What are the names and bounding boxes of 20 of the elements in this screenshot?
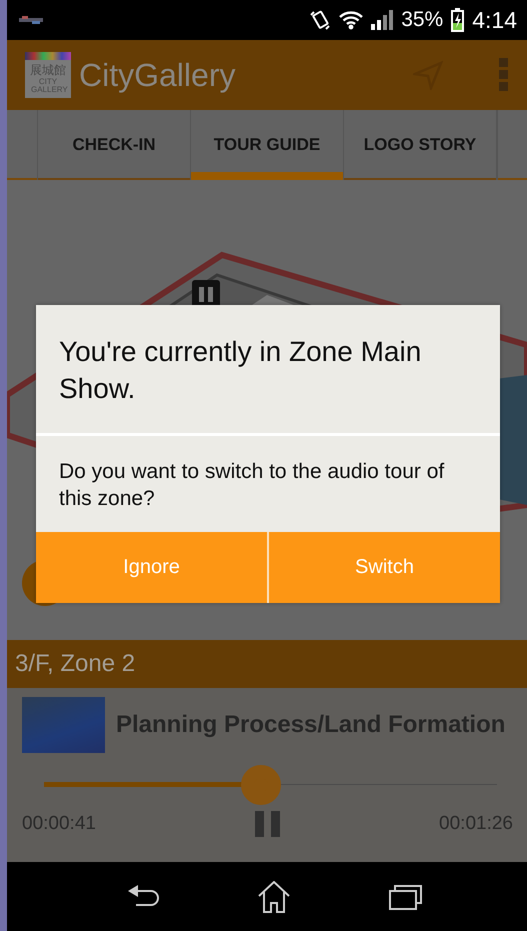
recent-apps-icon[interactable] xyxy=(389,884,424,910)
battery-percent: 35% xyxy=(401,8,444,32)
track-title: Planning Process/Land Formation xyxy=(116,711,506,739)
dialog-title: You're currently in Zone Main Show. xyxy=(58,335,422,406)
home-icon[interactable] xyxy=(257,880,292,912)
back-icon[interactable] xyxy=(126,884,160,908)
zone-header: 3/F, Zone 2 xyxy=(7,640,527,688)
battery-icon xyxy=(451,8,464,32)
pause-icon[interactable] xyxy=(254,811,280,837)
vibrate-icon xyxy=(309,9,332,31)
progress-slider[interactable] xyxy=(44,765,497,805)
clock-time: 4:14 xyxy=(472,6,517,34)
logo-stripe xyxy=(25,52,71,60)
dialog-message: Do you want to switch to the audio tour of this zone? xyxy=(58,459,446,512)
app-title: CityGallery xyxy=(79,56,236,94)
wifi-icon xyxy=(339,10,364,30)
notification-icon xyxy=(19,16,43,24)
signal-icon xyxy=(371,10,394,30)
overflow-menu-icon[interactable] xyxy=(499,58,509,92)
tab[interactable]: TOUR GUIDE xyxy=(191,110,344,180)
